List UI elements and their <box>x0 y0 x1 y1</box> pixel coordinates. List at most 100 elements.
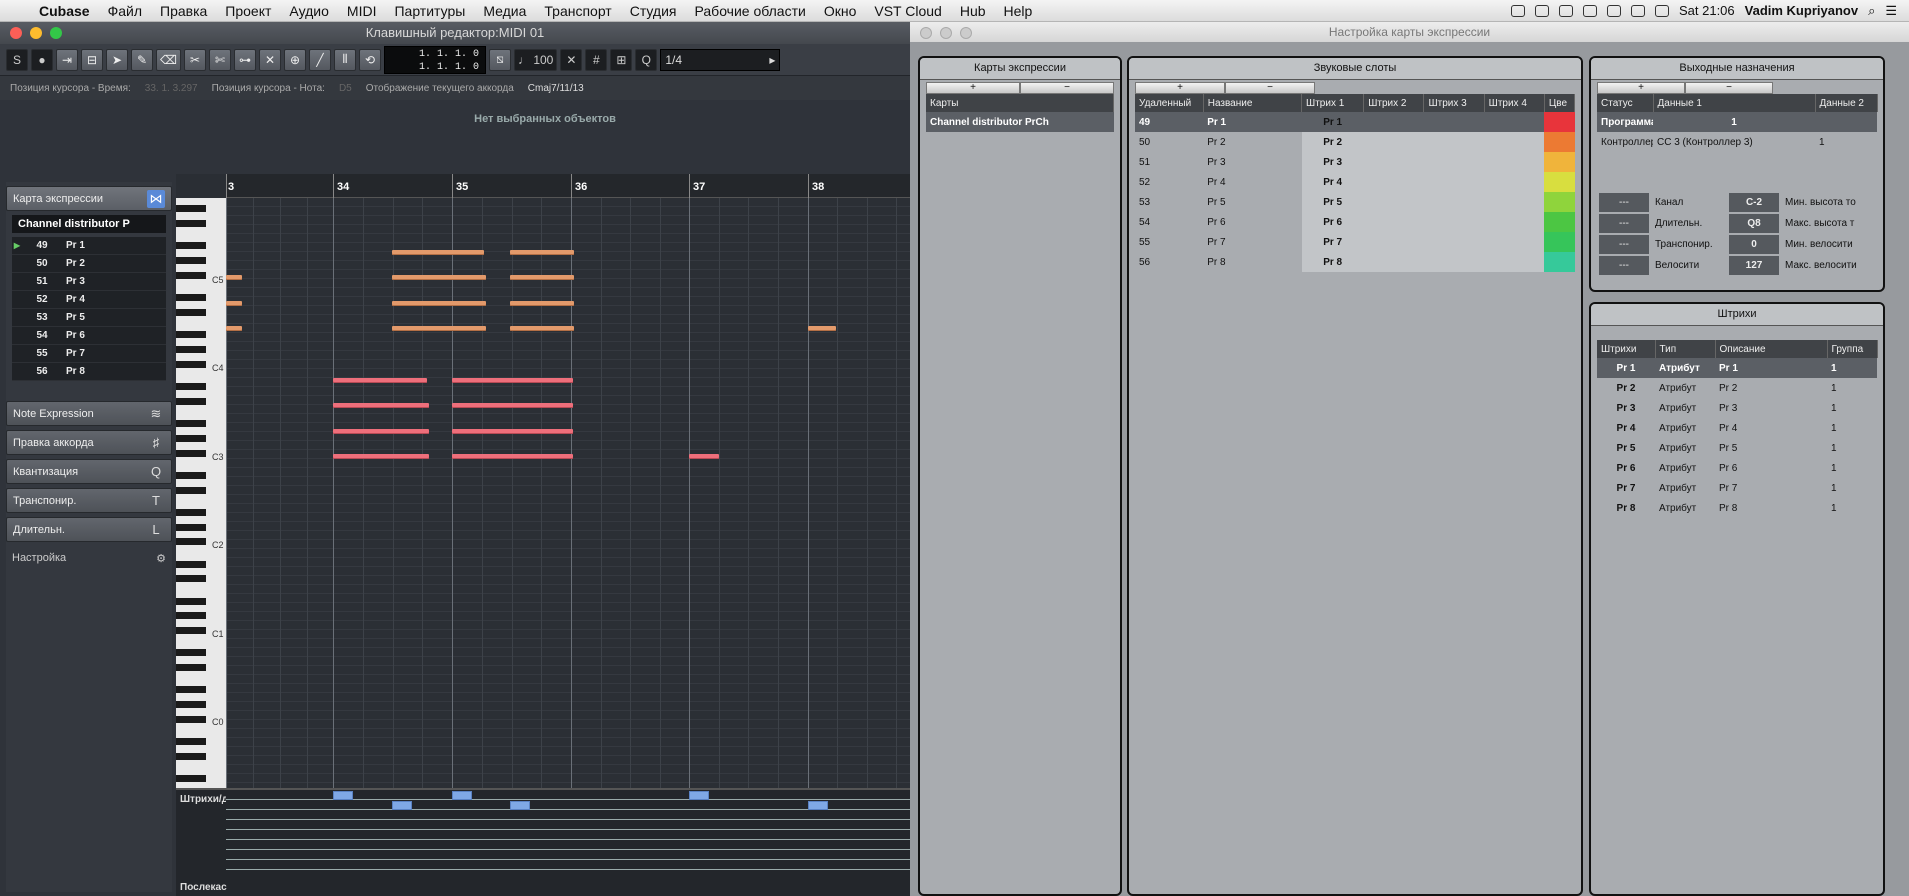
midi-note[interactable] <box>392 250 484 255</box>
piano-keyboard[interactable]: C5 C4 C3 C2 C1 C0 <box>176 198 226 788</box>
articulation-table-row[interactable]: Pr 4 Атрибут Pr 41 <box>1597 418 1877 438</box>
articulation-event[interactable] <box>392 801 412 810</box>
snap-icon[interactable]: # <box>585 48 608 71</box>
articulation-table-row[interactable]: Pr 6 Атрибут Pr 61 <box>1597 458 1877 478</box>
solo-icon[interactable]: S <box>6 48 28 71</box>
gear-icon[interactable]: ⚙ <box>156 552 166 565</box>
output-row[interactable]: Контроллер CC 3 (Контроллер 3) 1 <box>1597 132 1877 152</box>
flag-icon[interactable] <box>1654 4 1669 17</box>
col-header-articulation[interactable]: Штрихи <box>1597 340 1656 358</box>
remove-map-button[interactable]: − <box>1020 82 1114 94</box>
articulation-row[interactable]: 51 Pr 3 <box>12 273 166 291</box>
black-key[interactable] <box>176 738 206 746</box>
sound-slot-row[interactable]: 51 Pr 3 Pr 3 <box>1135 152 1575 172</box>
quantize-icon[interactable]: Q <box>635 48 658 71</box>
sound-slot-row[interactable]: 55 Pr 7 Pr 7 <box>1135 232 1575 252</box>
black-key[interactable] <box>176 205 206 213</box>
remove-output-button[interactable]: − <box>1685 82 1773 94</box>
sound-slot-row[interactable]: 56 Pr 8 Pr 8 <box>1135 252 1575 272</box>
col-header-art3[interactable]: Штрих 3 <box>1423 94 1485 112</box>
black-key[interactable] <box>176 716 206 723</box>
remove-slot-button[interactable]: − <box>1225 82 1315 94</box>
col-header-description[interactable]: Описание <box>1715 340 1828 358</box>
articulation-table-row[interactable]: Pr 8 Атрибут Pr 81 <box>1597 498 1877 518</box>
articulation-table-row[interactable]: Pr 3 Атрибут Pr 31 <box>1597 398 1877 418</box>
midi-note[interactable] <box>689 454 719 459</box>
expression-map-selector[interactable]: Channel distributor P <box>12 215 166 233</box>
black-key[interactable] <box>176 397 206 405</box>
color-swatch[interactable] <box>1544 132 1575 152</box>
sound-slot-row[interactable]: 52 Pr 4 Pr 4 <box>1135 172 1575 192</box>
articulation-table-row[interactable]: Pr 5 Атрибут Pr 51 <box>1597 438 1877 458</box>
black-key[interactable] <box>176 471 206 479</box>
inspector-section-expression-map[interactable]: Карта экспрессии ⋈ <box>6 186 172 211</box>
zoom-window-button[interactable] <box>960 27 972 39</box>
menu-hub[interactable]: Hub <box>951 3 995 19</box>
col-header-name[interactable]: Название <box>1203 94 1303 112</box>
articulation-event[interactable] <box>689 791 709 800</box>
menu-midi[interactable]: MIDI <box>338 3 386 19</box>
menu-media[interactable]: Медиа <box>474 3 535 19</box>
articulation-lane[interactable] <box>226 790 910 874</box>
midi-note[interactable] <box>510 301 574 306</box>
black-key[interactable] <box>176 220 206 228</box>
menu-file[interactable]: Файл <box>99 3 151 19</box>
black-key[interactable] <box>176 627 206 635</box>
black-key[interactable] <box>176 753 206 760</box>
inspector-section-note-expression[interactable]: Note Expression ≋ <box>6 401 172 426</box>
col-header-type[interactable]: Тип <box>1655 340 1716 358</box>
black-key[interactable] <box>176 420 206 427</box>
param-value[interactable]: Q8 <box>1729 214 1779 233</box>
black-key[interactable] <box>176 597 206 605</box>
col-header-art1[interactable]: Штрих 1 <box>1301 94 1365 112</box>
minimize-window-button[interactable] <box>940 27 952 39</box>
col-header-data1[interactable]: Данные 1 <box>1653 94 1816 112</box>
col-header-status[interactable]: Статус <box>1597 94 1654 112</box>
articulation-table-row[interactable]: Pr 7 Атрибут Pr 71 <box>1597 478 1877 498</box>
wifi-icon[interactable] <box>1606 4 1621 17</box>
app-status-icon[interactable] <box>1510 4 1525 17</box>
glue-tool-icon[interactable]: ⊶ <box>233 48 256 71</box>
param-dash[interactable]: --- <box>1599 256 1649 275</box>
articulation-row[interactable]: 52 Pr 4 <box>12 291 166 309</box>
col-header-art4[interactable]: Штрих 4 <box>1484 94 1545 112</box>
black-key[interactable] <box>176 331 206 339</box>
zoom-window-button[interactable] <box>50 27 62 39</box>
pointer-tool-icon[interactable]: ➤ <box>106 48 128 71</box>
midi-note[interactable] <box>226 301 242 306</box>
quantize-select[interactable]: 1/4 ▸ <box>660 48 781 71</box>
midi-note[interactable] <box>510 326 574 331</box>
output-row[interactable]: Программа 1 <box>1597 112 1877 132</box>
articulation-row[interactable]: ▶ 49 Pr 1 <box>12 237 166 255</box>
black-key[interactable] <box>176 538 206 546</box>
black-key[interactable] <box>176 560 206 568</box>
color-swatch[interactable] <box>1544 152 1575 172</box>
menu-studio[interactable]: Студия <box>621 3 686 19</box>
loop-icon[interactable]: ⟲ <box>358 48 381 71</box>
zoom-tool-icon[interactable]: ⊕ <box>283 48 306 71</box>
bluetooth-icon[interactable] <box>1582 4 1597 17</box>
inspector-section-length[interactable]: Длительн. L <box>6 517 172 542</box>
articulation-event[interactable] <box>452 791 472 800</box>
midi-note[interactable] <box>333 403 429 408</box>
articulation-lane-label[interactable]: Штрихи/д <box>180 794 228 805</box>
black-key[interactable] <box>176 346 206 353</box>
col-header-color[interactable]: Цве <box>1544 94 1576 112</box>
inspector-section-transpose[interactable]: Транспонир. T <box>6 488 172 513</box>
black-key[interactable] <box>176 508 206 516</box>
map-row[interactable]: Channel distributor PrCh <box>926 112 1114 132</box>
notification-icon[interactable] <box>1534 4 1549 17</box>
col-header-data2[interactable]: Данные 2 <box>1815 94 1878 112</box>
midi-note[interactable] <box>226 275 242 280</box>
articulation-row[interactable]: 50 Pr 2 <box>12 255 166 273</box>
sound-slot-row[interactable]: 54 Pr 6 Pr 6 <box>1135 212 1575 232</box>
menu-workspaces[interactable]: Рабочие области <box>686 3 815 19</box>
aftertouch-lane-label[interactable]: Послекас <box>180 882 227 893</box>
articulation-event[interactable] <box>510 801 530 810</box>
menu-window[interactable]: Окно <box>815 3 866 19</box>
eraser-tool-icon[interactable]: ⌫ <box>156 48 181 71</box>
line-tool-icon[interactable]: ╱ <box>308 48 331 71</box>
midi-note[interactable] <box>452 454 573 459</box>
autoscroll-icon[interactable]: ⇥ <box>56 48 78 71</box>
articulation-row[interactable]: 55 Pr 7 <box>12 345 166 363</box>
